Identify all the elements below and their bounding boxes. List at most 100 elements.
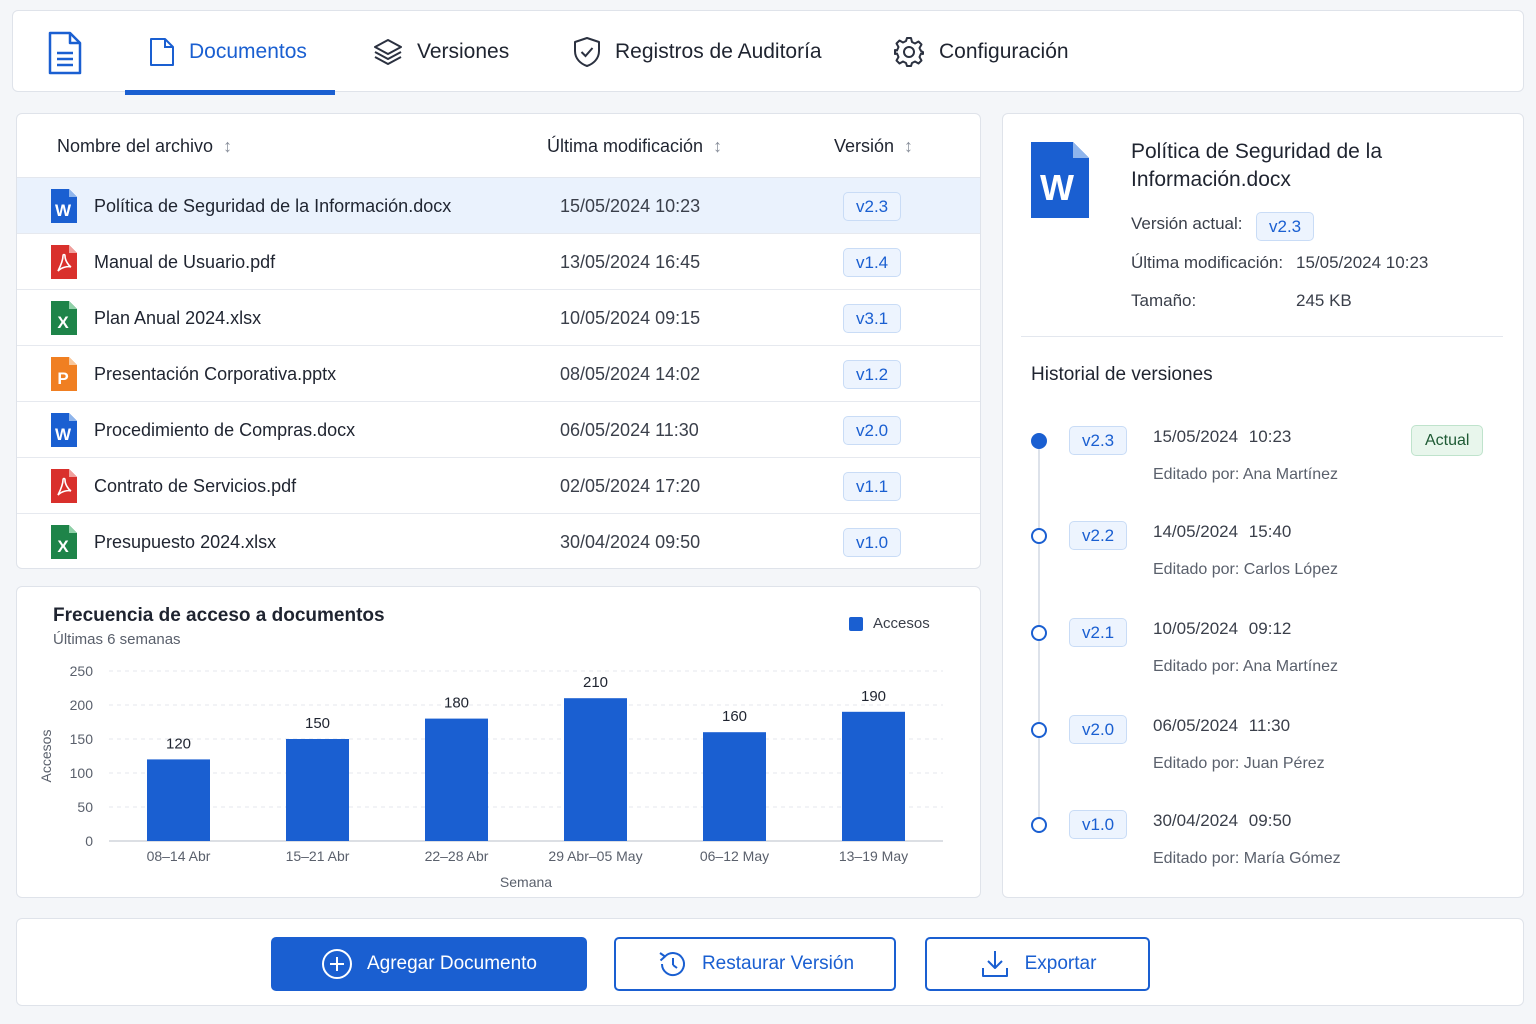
x-tick-label: 15–21 Abr (286, 848, 350, 864)
version-badge: v1.1 (843, 472, 902, 501)
chart-bar (147, 759, 210, 841)
tab-documentos[interactable]: Documentos (125, 11, 335, 95)
chart-plot: 0 50 100 150 200 250 120 08–14 Abr 150 15–21 Abr 1… (38, 663, 943, 890)
y-tick-label: 0 (85, 833, 93, 849)
x-tick-label: 29 Abr–05 May (548, 848, 642, 864)
top-navigation: Documentos Versiones Registros de Audito… (12, 10, 1524, 95)
word-file-icon: W (51, 189, 77, 223)
document-title: Política de Seguridad de la Información.… (1131, 140, 1383, 191)
version-editor: Editado por: Ana Martínez (1153, 466, 1338, 483)
version-history-item[interactable]: v2.0 06/05/2024 11:30 Editado por: Juan Pé… (1003, 708, 1523, 798)
timeline-dot (1031, 722, 1047, 738)
file-modified-date: 30/04/2024 09:50 (560, 532, 701, 552)
table-row[interactable]: W Procedimiento de Compras.docx 06/05/2024… (17, 402, 980, 458)
document-details-panel: W Política de Seguridad de la Informació… (1002, 113, 1524, 898)
file-modified-date: 02/05/2024 17:20 (560, 476, 701, 496)
access-frequency-chart: Frecuencia de acceso a documentos Última… (16, 586, 981, 898)
version-date: 30/04/2024 09:50 (1153, 811, 1292, 830)
size-value: 245 KB (1296, 291, 1352, 310)
timeline-dot (1031, 625, 1047, 641)
x-axis-label: Semana (500, 874, 552, 890)
svg-text:X: X (57, 537, 69, 556)
version-history-item[interactable]: v2.3 15/05/2024 10:23 Editado por: Ana Mar… (1003, 419, 1523, 509)
version-editor: Editado por: María Gómez (1153, 850, 1341, 867)
button-label: Restaurar Versión (701, 953, 855, 974)
bar-value-label: 160 (722, 708, 747, 725)
chart-bar (842, 711, 905, 841)
x-tick-label: 06–12 May (700, 848, 769, 864)
version-history-item[interactable]: v2.2 14/05/2024 15:40 Editado por: Carlos … (1003, 514, 1523, 604)
file-modified-date: 10/05/2024 09:15 (560, 308, 701, 328)
chart-bar (564, 698, 627, 841)
version-editor: Editado por: Ana Martínez (1153, 658, 1338, 675)
pdf-file-icon (51, 469, 77, 503)
tab-versiones[interactable]: Versiones (373, 11, 509, 93)
action-bar: Agregar Documento Restaurar Versión Expo… (16, 918, 1524, 1006)
modified-value: 15/05/2024 10:23 (1296, 253, 1429, 272)
layers-icon (374, 39, 402, 65)
version-badge: v2.1 (1069, 618, 1128, 647)
x-tick-label: 22–28 Abr (425, 848, 489, 864)
version-editor: Editado por: Juan Pérez (1153, 755, 1325, 772)
size-label: Tamaño: (1131, 291, 1197, 310)
version-history-item[interactable]: v1.0 30/04/2024 09:50 Editado por: María G… (1003, 803, 1523, 893)
button-label: Exportar (1024, 953, 1097, 974)
table-row[interactable]: Contrato de Servicios.pdf 02/05/2024 17:2… (17, 458, 980, 514)
chart-bar (425, 718, 488, 841)
column-header-name[interactable]: Nombre del archivo ↕ (57, 114, 232, 178)
tab-label: Documentos (189, 40, 307, 63)
table-row[interactable]: P Presentación Corporativa.pptx 08/05/2024… (17, 346, 980, 402)
export-button[interactable]: Exportar (925, 937, 1150, 991)
document-icon (150, 38, 174, 66)
file-modified-date: 15/05/2024 10:23 (560, 196, 701, 216)
bar-value-label: 120 (166, 735, 191, 752)
svg-text:P: P (57, 369, 68, 388)
timeline-dot (1031, 528, 1047, 544)
y-tick-label: 200 (70, 697, 94, 713)
version-badge: v3.1 (843, 304, 902, 333)
svg-text:W: W (55, 425, 72, 444)
file-name: Política de Seguridad de la Información.… (94, 196, 452, 216)
bar-value-label: 190 (861, 688, 886, 705)
y-axis-label: Accesos (38, 730, 54, 783)
file-name: Contrato de Servicios.pdf (94, 476, 297, 496)
restore-version-button[interactable]: Restaurar Versión (614, 937, 896, 991)
version-badge: v1.0 (1069, 810, 1128, 839)
version-date: 10/05/2024 09:12 (1153, 619, 1292, 638)
x-tick-label: 08–14 Abr (147, 848, 211, 864)
sort-icon: ↕ (713, 135, 723, 156)
tab-configuracion[interactable]: Configuración (893, 11, 1069, 93)
tab-label: Versiones (417, 40, 510, 63)
add-document-button[interactable]: Agregar Documento (271, 937, 587, 991)
tab-label: Configuración (939, 40, 1069, 63)
table-row[interactable]: X Plan Anual 2024.xlsx 10/05/2024 09:15 v3.… (17, 290, 980, 346)
column-header-modified[interactable]: Última modificación ↕ (547, 114, 722, 178)
chart-bar (286, 739, 349, 841)
version-date: 15/05/2024 10:23 (1153, 427, 1292, 446)
table-row[interactable]: Manual de Usuario.pdf 13/05/2024 16:45 v1.… (17, 234, 980, 290)
app-logo-document-icon (48, 31, 82, 75)
column-header-version[interactable]: Versión ↕ (834, 114, 913, 178)
current-version-badge: v2.3 (1256, 212, 1315, 241)
sort-icon: ↕ (904, 135, 914, 156)
bar-value-label: 210 (583, 674, 608, 691)
table-row[interactable]: X Presupuesto 2024.xlsx 30/04/2024 09:50 v1… (17, 514, 980, 568)
file-modified-date: 06/05/2024 11:30 (560, 420, 699, 440)
svg-text:X: X (57, 313, 69, 332)
timeline-dot (1031, 817, 1047, 833)
tab-label: Registros de Auditoría (615, 40, 822, 63)
version-history-item[interactable]: v2.1 10/05/2024 09:12 Editado por: Ana Mar… (1003, 611, 1523, 701)
word-file-icon: W (51, 413, 77, 447)
version-badge: v2.2 (1069, 521, 1128, 550)
version-badge: v2.0 (843, 416, 902, 445)
table-row[interactable]: W Política de Seguridad de la Información… (17, 178, 980, 234)
version-badge: v2.3 (1069, 426, 1128, 455)
file-modified-date: 13/05/2024 16:45 (560, 252, 701, 272)
column-header-label: Última modificación (547, 135, 704, 156)
tab-registros-auditoria[interactable]: Registros de Auditoría (573, 11, 822, 93)
svg-text:W: W (1040, 167, 1074, 208)
excel-file-icon: X (51, 525, 77, 559)
file-table: Nombre del archivo ↕ Última modificación… (16, 113, 981, 569)
word-file-icon: W (1031, 142, 1089, 218)
version-badge: v1.4 (843, 248, 902, 277)
